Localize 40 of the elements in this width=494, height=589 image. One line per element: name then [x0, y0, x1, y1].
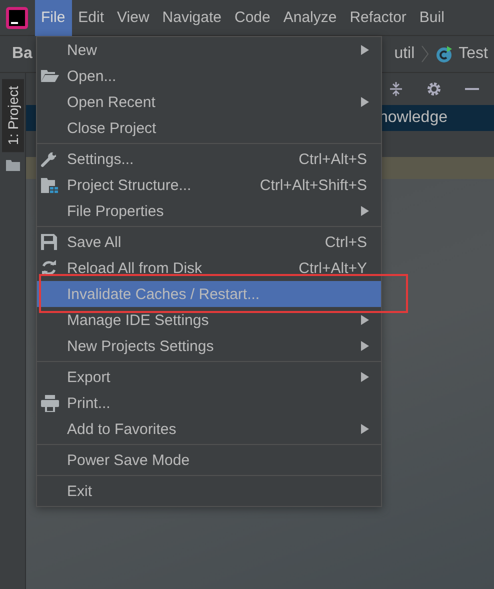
menu-item[interactable]: Reload All from Disk Ctrl+Alt+Y	[37, 255, 381, 281]
menu-item[interactable]: Exit	[37, 478, 381, 504]
printer-icon	[41, 394, 59, 412]
menu-bar-item[interactable]: View	[111, 0, 156, 36]
menu-item[interactable]: Print...	[37, 390, 381, 416]
app-logo-icon	[6, 6, 28, 28]
breadcrumb-item[interactable]: Ba	[12, 45, 32, 63]
menu-bar-item[interactable]: Buil	[413, 0, 452, 36]
settings-icon[interactable]	[426, 81, 442, 97]
tool-window-tab[interactable]: 1: Project	[2, 79, 24, 152]
menu-bar-item[interactable]: Edit	[72, 0, 112, 36]
menu-item[interactable]: Power Save Mode	[37, 447, 381, 473]
menu-bar-item[interactable]: Analyze	[277, 0, 344, 36]
menu-item[interactable]: Project Structure... Ctrl+Alt+Shift+S	[37, 172, 381, 198]
menu-item[interactable]: New Projects Settings	[37, 333, 381, 359]
reload-icon	[41, 260, 57, 276]
save-icon	[41, 234, 57, 250]
menu-bar-item[interactable]: File	[35, 0, 72, 36]
folder-icon	[41, 69, 59, 83]
menu-item[interactable]: Open Recent	[37, 89, 381, 115]
class-icon	[434, 45, 453, 63]
menu-item[interactable]: Close Project	[37, 115, 381, 141]
breadcrumb-item[interactable]: util	[394, 45, 415, 63]
folder-grid-icon	[41, 178, 59, 192]
menu-item[interactable]: Save All Ctrl+S	[37, 229, 381, 255]
collapse-icon[interactable]	[388, 81, 404, 97]
menu-bar-item[interactable]: Navigate	[156, 0, 228, 36]
menu-item[interactable]: Export	[37, 364, 381, 390]
menu-item[interactable]: File Properties	[37, 198, 381, 224]
menu-item[interactable]: Add to Favorites	[37, 416, 381, 442]
wrench-icon	[41, 151, 57, 167]
menu-bar-item[interactable]: Code	[228, 0, 278, 36]
menu-item[interactable]: Settings... Ctrl+Alt+S	[37, 146, 381, 172]
menu-item[interactable]: Open...	[37, 63, 381, 89]
menu-item[interactable]: New	[37, 37, 381, 63]
menu-bar-item[interactable]: Refactor	[344, 0, 414, 36]
folder-icon	[6, 160, 20, 172]
chevron-icon	[420, 45, 429, 63]
breadcrumb-item[interactable]: Test	[458, 45, 488, 63]
menu-item[interactable]: Manage IDE Settings	[37, 307, 381, 333]
